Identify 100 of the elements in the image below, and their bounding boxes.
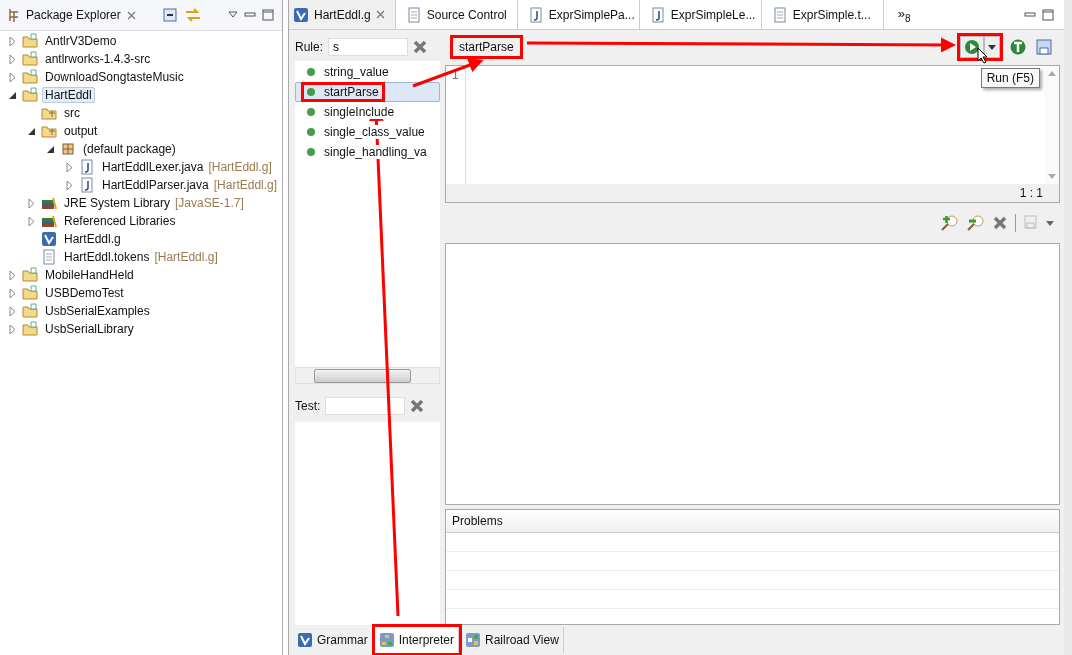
delete-icon[interactable] [993, 216, 1007, 230]
collapsed-arrow-icon[interactable] [8, 306, 18, 316]
caret-icon [988, 44, 996, 50]
collapsed-arrow-icon[interactable] [8, 36, 18, 46]
tree-item-decoration: [HartEddl.g] [213, 178, 278, 192]
collapsed-arrow-icon[interactable] [27, 216, 37, 226]
clear-icon[interactable] [410, 399, 425, 413]
tree-item[interactable]: UsbSerialLibrary [42, 321, 137, 337]
test-label: Test: [295, 399, 321, 413]
view-title[interactable]: Package Explorer [26, 8, 121, 22]
vertical-scrollbar[interactable] [1045, 66, 1059, 184]
package-folder-icon [41, 105, 57, 121]
text-file-icon [41, 249, 57, 265]
view-tab[interactable]: Interpreter [374, 627, 460, 653]
project-folder-icon [22, 321, 38, 337]
package-icon [60, 141, 76, 157]
tree-item[interactable]: UsbSerialExamples [42, 303, 153, 319]
more-tabs-button[interactable]: »$_{8}$ [889, 5, 919, 24]
view-tab[interactable]: Railroad View [461, 627, 564, 653]
tree-item[interactable]: Referenced Libraries [61, 213, 179, 229]
maximize-icon[interactable] [262, 9, 274, 21]
tooltip: Run (F5) [980, 68, 1040, 88]
editor-tab[interactable]: ExprSimple.t... [767, 0, 884, 29]
zoom-in-icon[interactable] [941, 215, 959, 231]
tree-item[interactable]: JRE System Library [61, 195, 174, 211]
scroll-up-icon[interactable] [1048, 71, 1056, 76]
collapsed-arrow-icon[interactable] [8, 288, 18, 298]
expanded-arrow-icon[interactable] [8, 90, 18, 100]
collapsed-arrow-icon[interactable] [8, 72, 18, 82]
tree-item[interactable]: src [61, 105, 83, 121]
play-icon [964, 39, 980, 55]
scroll-down-icon[interactable] [1048, 174, 1056, 179]
grammar-file-icon [297, 632, 313, 648]
view-menu-icon[interactable] [228, 11, 238, 19]
java-file-icon [649, 6, 666, 23]
railroad-diagram-icon [465, 632, 482, 648]
tree-item[interactable]: antlrworks-1.4.3-src [42, 51, 154, 67]
expanded-arrow-icon[interactable] [46, 144, 56, 154]
tree-item[interactable]: HartEddl.tokens [61, 249, 153, 265]
rule-item[interactable]: startParse [295, 82, 440, 102]
tree-item-decoration: [HartEddl.g] [208, 160, 272, 174]
mouse-cursor-icon [977, 47, 988, 64]
t-badge-icon[interactable] [1010, 39, 1026, 55]
collapsed-arrow-icon[interactable] [8, 324, 18, 334]
rule-label: Rule: [295, 40, 323, 54]
library-icon [41, 195, 57, 211]
collapsed-arrow-icon[interactable] [65, 180, 75, 190]
project-folder-icon [22, 285, 38, 301]
tree-item[interactable]: HartEddlParser.java [99, 177, 212, 193]
collapsed-arrow-icon[interactable] [8, 270, 18, 280]
tree-item[interactable]: output [61, 123, 101, 139]
editor-tab[interactable]: ExprSimplePa... [523, 0, 640, 29]
tree-item[interactable]: AntlrV3Demo [42, 33, 120, 49]
text-file-icon [771, 6, 788, 23]
project-folder-icon [22, 51, 38, 67]
package-explorer-icon [8, 8, 20, 22]
java-file-icon [527, 6, 544, 23]
library-icon [41, 213, 57, 229]
tree-item[interactable]: USBDemoTest [42, 285, 127, 301]
expanded-arrow-icon[interactable] [27, 126, 37, 136]
save-icon [1024, 215, 1038, 231]
maximize-icon[interactable] [1042, 8, 1054, 21]
collapse-all-icon[interactable] [162, 7, 178, 23]
rule-filter-field[interactable]: s [328, 38, 408, 56]
tree-item-decoration: [JavaSE-1.7] [175, 196, 244, 210]
tree-item[interactable]: HartEddlLexer.java [99, 159, 207, 175]
tree-item[interactable]: MobileHandHeld [42, 267, 137, 283]
tree-item[interactable]: (default package) [80, 141, 179, 157]
editor-tab[interactable]: HartEddl.g [289, 0, 396, 29]
editor-tab[interactable]: ExprSimpleLe... [645, 0, 762, 29]
java-file-icon [79, 159, 95, 175]
java-file-icon [79, 177, 95, 193]
collapsed-arrow-icon[interactable] [65, 162, 75, 172]
current-rule-name: startParse [453, 38, 520, 56]
save-icon[interactable] [1036, 39, 1052, 55]
rule-item[interactable]: singleInclude [295, 102, 440, 122]
tree-item-decoration: [HartEddl.g] [154, 250, 218, 264]
rule-item[interactable]: string_value [295, 62, 440, 82]
project-folder-icon [22, 267, 38, 283]
test-filter-field[interactable] [325, 397, 406, 415]
dropdown-caret-icon[interactable] [1046, 220, 1054, 226]
project-folder-icon [22, 87, 38, 103]
tree-item[interactable]: HartEddl.g [61, 231, 124, 247]
clear-icon[interactable] [413, 40, 427, 54]
package-folder-icon [41, 123, 57, 139]
run-menu-button[interactable] [984, 36, 1000, 58]
tree-diagram-icon [378, 632, 395, 648]
collapsed-arrow-icon[interactable] [8, 54, 18, 64]
project-folder-icon [22, 69, 38, 85]
zoom-out-icon[interactable] [967, 215, 985, 231]
project-folder-icon [22, 303, 38, 319]
editor-tab[interactable]: Source Control [401, 0, 518, 29]
text-file-icon [405, 6, 422, 23]
close-icon[interactable] [375, 10, 385, 19]
collapsed-arrow-icon[interactable] [27, 198, 37, 208]
horizontal-scrollbar[interactable] [295, 367, 440, 384]
link-editor-icon[interactable] [184, 7, 202, 23]
tree-item[interactable]: HartEddl [42, 87, 95, 103]
tree-item[interactable]: DownloadSongtasteMusic [42, 69, 187, 85]
close-icon[interactable] [126, 10, 136, 20]
